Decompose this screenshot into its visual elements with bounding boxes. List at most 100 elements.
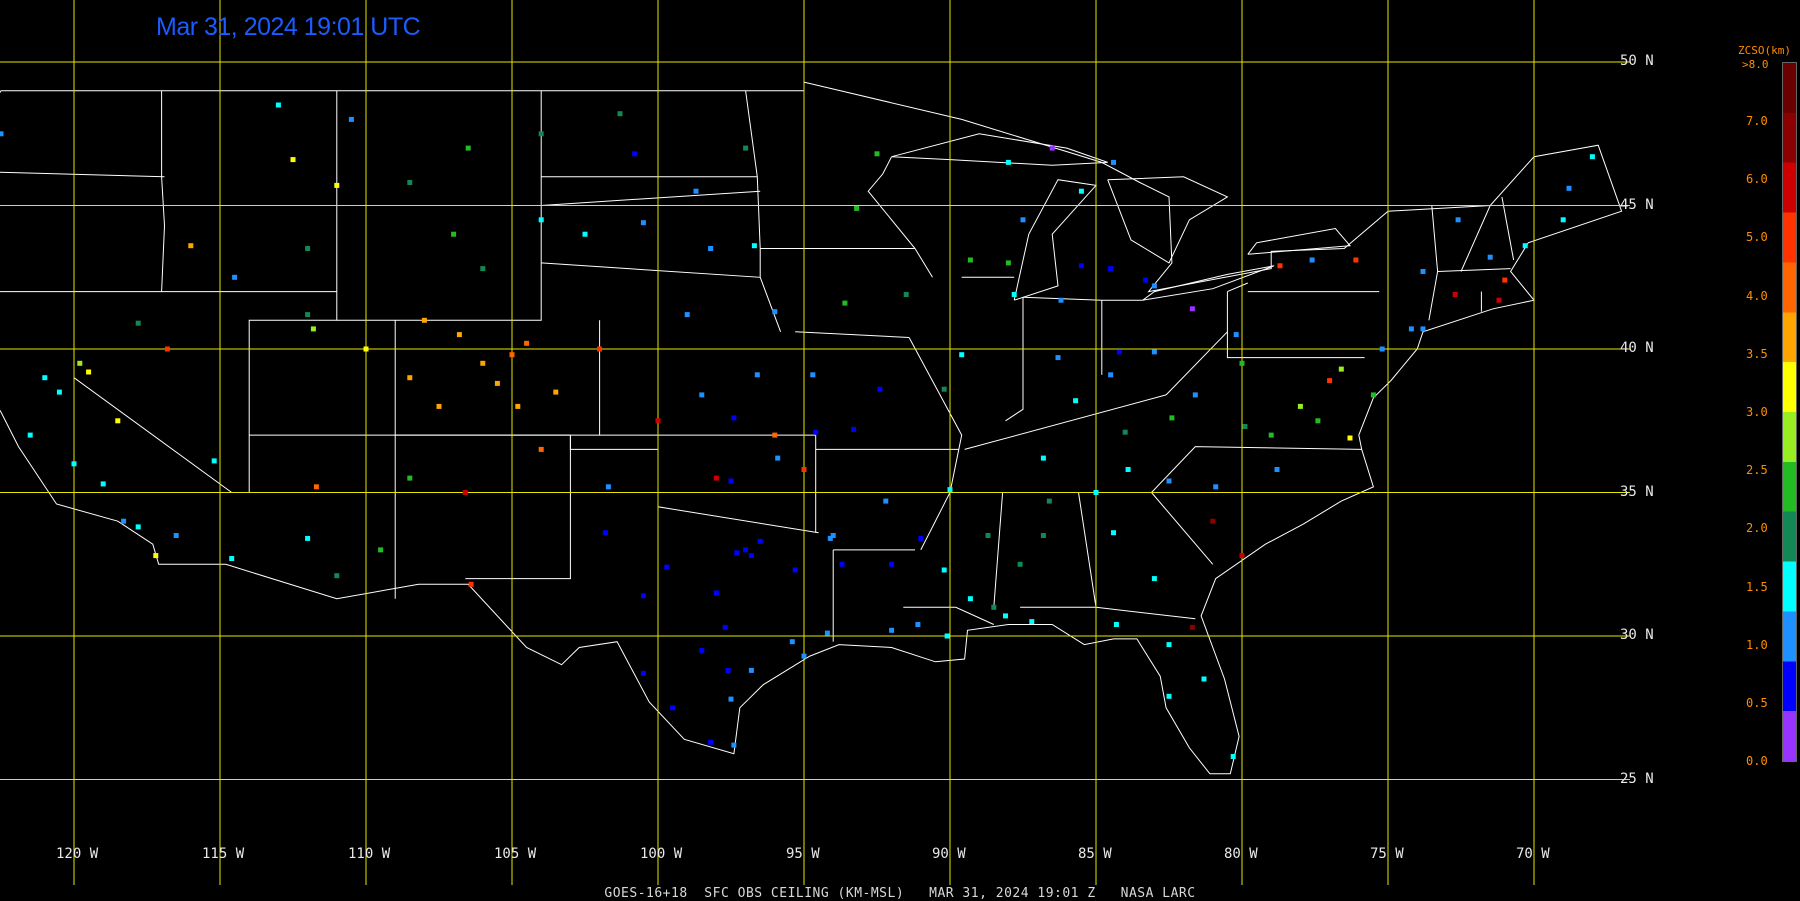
ceiling-observation bbox=[640, 670, 646, 676]
state-border bbox=[1501, 196, 1515, 261]
ceiling-observation bbox=[1111, 159, 1116, 165]
state-border bbox=[795, 331, 910, 338]
ceiling-observation bbox=[1049, 145, 1055, 151]
ceiling-observation bbox=[1315, 418, 1321, 424]
latitude-label: 40 N bbox=[1620, 340, 1654, 356]
state-border bbox=[1428, 205, 1439, 321]
ceiling-observation bbox=[582, 231, 588, 237]
ceiling-observation bbox=[407, 180, 413, 185]
legend-tick-label: 1.0 bbox=[1746, 637, 1768, 652]
ceiling-observation bbox=[883, 498, 889, 504]
ceiling-observation bbox=[1274, 467, 1280, 472]
ceiling-observation bbox=[1277, 263, 1283, 269]
legend-tick-label: 0.0 bbox=[1746, 754, 1768, 769]
ceiling-observation bbox=[1268, 432, 1274, 438]
state-border bbox=[950, 446, 1362, 493]
ceiling-observation bbox=[1560, 217, 1566, 223]
ceiling-observation bbox=[100, 481, 106, 487]
state-border bbox=[73, 291, 232, 493]
ceiling-observation bbox=[538, 131, 544, 137]
ceiling-observation bbox=[915, 622, 921, 627]
ceiling-observation bbox=[1353, 257, 1359, 263]
ceiling-observation bbox=[1029, 619, 1035, 625]
ceiling-observation bbox=[967, 257, 973, 263]
ceiling-observation bbox=[310, 326, 316, 332]
legend-tick-label: 0.5 bbox=[1746, 696, 1768, 710]
ceiling-observation bbox=[1058, 297, 1064, 303]
ceiling-observation bbox=[944, 633, 950, 639]
ceiling-observation bbox=[480, 266, 486, 272]
ceiling-observation bbox=[728, 478, 734, 484]
legend-title: ZCSO(km) bbox=[1738, 44, 1791, 57]
ceiling-observation bbox=[290, 157, 296, 163]
ceiling-observation bbox=[436, 403, 442, 409]
ceiling-observation bbox=[889, 627, 895, 633]
state-boundaries bbox=[0, 81, 1623, 775]
ceiling-observation bbox=[670, 705, 676, 711]
state-border bbox=[599, 320, 796, 350]
ceiling-observation bbox=[801, 653, 807, 659]
ceiling-observation bbox=[1309, 257, 1315, 263]
ceiling-observation bbox=[605, 484, 611, 490]
ceiling-observation bbox=[334, 573, 340, 579]
ceiling-observation bbox=[1230, 754, 1236, 759]
longitude-label: 80 W bbox=[1224, 846, 1258, 862]
footer-caption: GOES-16+18 SFC OBS CEILING (KM-MSL) MAR … bbox=[604, 886, 1196, 901]
ceiling-observation bbox=[1327, 378, 1333, 384]
ceiling-observation bbox=[699, 647, 705, 653]
ceiling-observation bbox=[640, 220, 646, 226]
latitude-label: 30 N bbox=[1620, 627, 1654, 643]
ceiling-observation bbox=[801, 467, 807, 472]
ceiling-observation bbox=[0, 131, 4, 137]
ceiling-observation bbox=[959, 352, 965, 358]
timestamp: Mar 31, 2024 19:01 UTC bbox=[156, 13, 421, 41]
ceiling-observation bbox=[363, 346, 369, 352]
ceiling-observation bbox=[947, 487, 953, 493]
ceiling-observation bbox=[1408, 326, 1414, 332]
ceiling-observation bbox=[775, 455, 781, 461]
ceiling-observation bbox=[115, 418, 121, 424]
ceiling-observation bbox=[708, 739, 714, 745]
ceiling-observation bbox=[903, 292, 909, 297]
ceiling-observation bbox=[1213, 484, 1219, 490]
ceiling-observation bbox=[1233, 332, 1239, 338]
ceiling-observation bbox=[754, 372, 760, 378]
ceiling-observation bbox=[772, 309, 778, 315]
ceiling-observation bbox=[877, 386, 883, 392]
ceiling-observation bbox=[889, 561, 895, 567]
ceiling-observation bbox=[1040, 455, 1046, 461]
ceiling-observation bbox=[699, 392, 705, 398]
ceiling-observation bbox=[515, 403, 521, 409]
ceiling-observation bbox=[941, 567, 947, 573]
ceiling-observation bbox=[1108, 266, 1114, 272]
ceiling-observation bbox=[42, 375, 48, 381]
ceiling-observation bbox=[135, 320, 141, 326]
ceiling-observation bbox=[1370, 392, 1376, 398]
state-border bbox=[394, 320, 819, 534]
ceiling-observation bbox=[348, 116, 354, 122]
state-border bbox=[1022, 296, 1143, 301]
longitude-label: 75 W bbox=[1370, 846, 1404, 862]
state-border bbox=[541, 190, 761, 206]
ceiling-observation bbox=[232, 274, 238, 280]
ceiling-observation bbox=[135, 524, 141, 530]
ceiling-observation bbox=[824, 630, 830, 636]
ceiling-observation bbox=[1017, 561, 1023, 567]
lake-shoreline bbox=[1107, 176, 1229, 264]
state-border bbox=[1227, 282, 1248, 293]
us-outline bbox=[0, 81, 1623, 775]
ceiling-observation bbox=[655, 418, 661, 424]
ceiling-observation bbox=[153, 553, 159, 559]
ceiling-observation bbox=[713, 590, 719, 596]
ceiling-observation bbox=[748, 553, 754, 559]
legend-tick-label: 3.5 bbox=[1746, 346, 1768, 361]
ceiling-observation bbox=[407, 375, 413, 381]
ceiling-observation bbox=[851, 426, 857, 432]
ceiling-observation bbox=[305, 312, 311, 318]
ceiling-observation bbox=[1111, 530, 1116, 536]
ceiling-observation bbox=[842, 300, 848, 306]
ceiling-observation bbox=[918, 535, 924, 541]
ceiling-observation bbox=[597, 346, 603, 352]
ceiling-observation bbox=[305, 246, 311, 251]
ceiling-observation bbox=[1166, 478, 1172, 484]
